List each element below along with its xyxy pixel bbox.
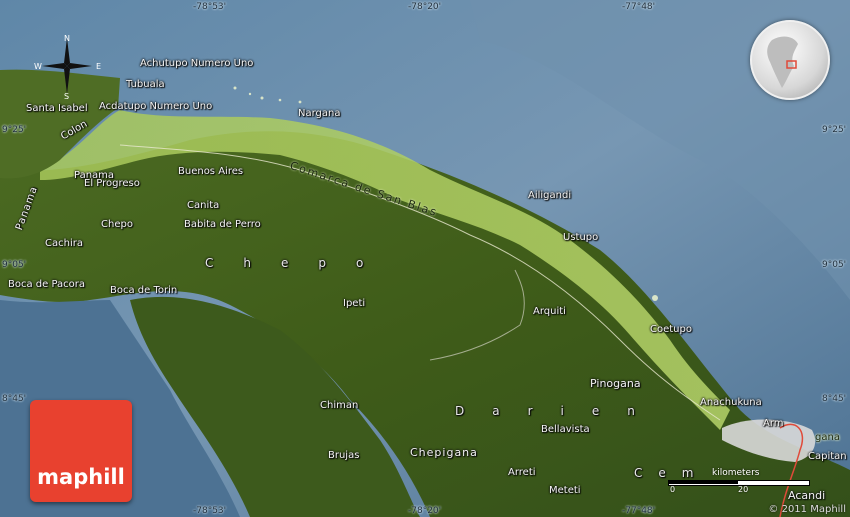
label-el-progreso: El Progreso (84, 178, 140, 189)
coord-left-3: 8°45' (2, 394, 27, 404)
label-babita: Babita de Perro (184, 219, 261, 230)
coord-top-3: -77°48' (622, 2, 656, 12)
label-capitan: Capitan (808, 451, 847, 462)
label-brujas: Brujas (328, 450, 360, 461)
label-coetupo: Coetupo (650, 324, 692, 335)
scale-left: 0 (670, 485, 676, 494)
copyright: © 2011 Maphill (768, 504, 846, 515)
compass-n: N (64, 34, 70, 43)
label-acdatupo: Acdatupo Numero Uno (99, 101, 213, 112)
compass-e: E (96, 62, 101, 71)
label-chepo-town: Chepo (101, 219, 133, 230)
maphill-logo[interactable]: maphill (30, 400, 132, 502)
label-chiman: Chiman (320, 400, 359, 411)
compass-w: W (34, 62, 42, 71)
coord-right-2: 9°05' (822, 260, 847, 270)
label-achutupo: Achutupo Numero Uno (140, 58, 254, 69)
label-arquiti: Arquiti (533, 306, 566, 317)
label-canita: Canita (187, 200, 220, 211)
compass-icon: N S W E (34, 34, 101, 99)
coord-right-3: 8°45' (822, 394, 847, 404)
compass-s: S (64, 92, 69, 99)
label-meteti: Meteti (549, 485, 581, 496)
label-chepigana: Chepigana (410, 446, 478, 459)
label-tubuala: Tubuala (126, 79, 165, 90)
coord-left-2: 9°05' (2, 260, 27, 270)
label-boca-pacora: Boca de Pacora (8, 279, 86, 290)
scale-right: 20 (738, 485, 749, 494)
label-chepo-region: Chepo (205, 256, 394, 270)
locator-globe-icon (750, 20, 830, 100)
coord-top-2: -78°20' (408, 2, 442, 12)
label-cem: Cem (634, 466, 710, 480)
coord-left-1: 9°25' (2, 125, 27, 135)
label-ustupo: Ustupo (563, 232, 599, 243)
label-nargana: Nargana (298, 108, 341, 119)
coord-bottom-1: -78°53' (193, 506, 227, 516)
label-buenos-aires: Buenos Aires (178, 166, 244, 177)
label-arm: Arm (763, 418, 784, 429)
label-ipeti: Ipeti (343, 298, 366, 309)
label-santa-isabel: Santa Isabel (26, 103, 88, 114)
label-cachira: Cachira (45, 238, 83, 249)
label-arreti: Arreti (508, 467, 536, 478)
coord-top-1: -78°53' (193, 2, 227, 12)
label-bellavista: Bellavista (541, 424, 590, 435)
label-darien: Darien (455, 404, 663, 418)
coord-right-1: 9°25' (822, 125, 847, 135)
label-boca-torin: Boca de Torin (110, 285, 178, 296)
coord-bottom-2: -78°20' (408, 506, 442, 516)
label-gana: gana (815, 432, 840, 443)
label-acandi: Acandi (788, 489, 826, 502)
label-anachukuna: Anachukuna (700, 397, 762, 408)
coord-bottom-3: -77°48' (622, 506, 656, 516)
label-ailigandi: Ailigandi (528, 190, 572, 201)
label-pinogana: Pinogana (590, 377, 641, 390)
scale-unit: kilometers (712, 468, 760, 478)
